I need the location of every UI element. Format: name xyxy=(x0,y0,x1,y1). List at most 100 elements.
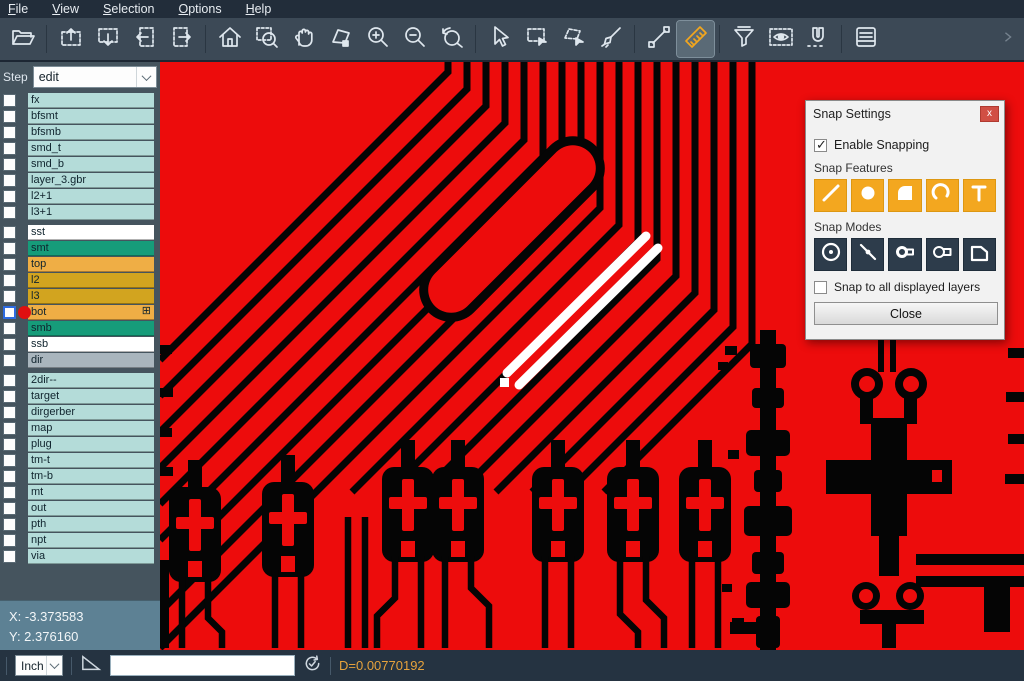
snap-line-button[interactable] xyxy=(814,179,847,212)
layer-name-cell[interactable]: smd_b xyxy=(28,157,154,172)
layer-name-cell[interactable]: via xyxy=(28,549,154,564)
layer-name-cell[interactable]: tm-b xyxy=(28,469,154,484)
layer-visibility-checkbox[interactable] xyxy=(3,470,16,483)
menu-file[interactable]: File xyxy=(8,2,28,16)
snap-midpoint-button[interactable] xyxy=(851,238,884,271)
layers-panel-button[interactable] xyxy=(847,21,884,57)
layer-name-cell[interactable]: sst xyxy=(28,225,154,240)
measure-button[interactable] xyxy=(640,21,677,57)
menu-view[interactable]: View xyxy=(52,2,79,16)
layer-visibility-checkbox[interactable] xyxy=(3,126,16,139)
snap-pad-button[interactable] xyxy=(851,179,884,212)
layer-visibility-checkbox[interactable] xyxy=(3,94,16,107)
layer-visibility-checkbox[interactable] xyxy=(3,454,16,467)
dialog-close-action-button[interactable]: Close xyxy=(814,302,998,325)
layer-visibility-checkbox[interactable] xyxy=(3,338,16,351)
view-area-button[interactable] xyxy=(762,21,799,57)
layer-name-cell[interactable]: pth xyxy=(28,517,154,532)
layer-name-cell[interactable]: out xyxy=(28,501,154,516)
layer-name-cell[interactable]: l2+1 xyxy=(28,189,154,204)
layer-name-cell[interactable]: mt xyxy=(28,485,154,500)
snap-contour-button[interactable] xyxy=(963,238,996,271)
layer-visibility-checkbox[interactable] xyxy=(3,374,16,387)
layer-visibility-checkbox[interactable] xyxy=(3,390,16,403)
layer-name-cell[interactable]: npt xyxy=(28,533,154,548)
ruler-button[interactable] xyxy=(677,21,714,57)
snap-text-button[interactable] xyxy=(963,179,996,212)
layer-visibility-checkbox[interactable] xyxy=(3,534,16,547)
layer-name-cell[interactable]: bot⊞ xyxy=(28,305,154,320)
layer-visibility-checkbox[interactable] xyxy=(3,158,16,171)
layer-visibility-checkbox[interactable] xyxy=(3,354,16,367)
layer-name-cell[interactable]: fx xyxy=(28,93,154,108)
unit-select[interactable]: Inch xyxy=(15,655,63,676)
layer-name-cell[interactable]: top xyxy=(28,257,154,272)
layer-visibility-checkbox[interactable] xyxy=(3,242,16,255)
pcb-canvas[interactable]: Snap Settings x Enable Snapping Snap Fea… xyxy=(160,62,1024,650)
layer-visibility-checkbox[interactable] xyxy=(3,142,16,155)
zoom-out-button[interactable] xyxy=(396,21,433,57)
layer-name-cell[interactable]: ssb xyxy=(28,337,154,352)
layer-visibility-checkbox[interactable] xyxy=(3,174,16,187)
snap-button[interactable] xyxy=(799,21,836,57)
clean-brush-button[interactable] xyxy=(592,21,629,57)
snap-thermal-outline-button[interactable] xyxy=(926,238,959,271)
layer-visibility-checkbox[interactable] xyxy=(3,406,16,419)
layer-visibility-checkbox[interactable] xyxy=(3,438,16,451)
step-select[interactable]: edit xyxy=(33,66,157,88)
layer-name-cell[interactable]: smb xyxy=(28,321,154,336)
layer-visibility-checkbox[interactable] xyxy=(3,206,16,219)
layer-name-cell[interactable]: l3 xyxy=(28,289,154,304)
toolbar-overflow-chevron[interactable] xyxy=(1002,30,1014,48)
zoom-previous-button[interactable] xyxy=(433,21,470,57)
layer-grid-icon[interactable]: ⊞ xyxy=(142,306,151,317)
zoom-window-button[interactable] xyxy=(248,21,285,57)
layer-name-cell[interactable]: map xyxy=(28,421,154,436)
import-right-button[interactable] xyxy=(163,21,200,57)
enable-snapping-checkbox[interactable] xyxy=(814,139,827,152)
layer-visibility-checkbox[interactable] xyxy=(3,258,16,271)
layer-visibility-checkbox[interactable] xyxy=(3,518,16,531)
snap-arc-button[interactable] xyxy=(926,179,959,212)
layer-visibility-checkbox[interactable] xyxy=(3,502,16,515)
menu-options[interactable]: Options xyxy=(178,2,221,16)
layer-name-cell[interactable]: target xyxy=(28,389,154,404)
layer-visibility-checkbox[interactable] xyxy=(3,422,16,435)
layer-name-cell[interactable]: tm-t xyxy=(28,453,154,468)
layer-visibility-checkbox[interactable] xyxy=(3,226,16,239)
layer-name-cell[interactable]: l2 xyxy=(28,273,154,288)
select-button[interactable] xyxy=(481,21,518,57)
layer-name-cell[interactable]: bfsmt xyxy=(28,109,154,124)
layer-name-cell[interactable]: dir xyxy=(28,353,154,368)
layer-name-cell[interactable]: smt xyxy=(28,241,154,256)
layer-name-cell[interactable]: l3+1 xyxy=(28,205,154,220)
import-bottom-button[interactable] xyxy=(89,21,126,57)
menu-help[interactable]: Help xyxy=(246,2,272,16)
filter-button[interactable] xyxy=(725,21,762,57)
layer-visibility-checkbox[interactable] xyxy=(3,550,16,563)
layer-name-cell[interactable]: 2dir-- xyxy=(28,373,154,388)
layer-name-cell[interactable]: layer_3.gbr xyxy=(28,173,154,188)
layer-visibility-checkbox[interactable] xyxy=(3,110,16,123)
layer-visibility-checkbox[interactable] xyxy=(3,486,16,499)
layer-name-cell[interactable]: dirgerber xyxy=(28,405,154,420)
pan-button[interactable] xyxy=(285,21,322,57)
layer-name-cell[interactable]: plug xyxy=(28,437,154,452)
import-left-button[interactable] xyxy=(126,21,163,57)
snap-thermal-filled-button[interactable] xyxy=(888,238,921,271)
sync-check-icon[interactable] xyxy=(303,654,322,678)
layer-name-cell[interactable]: smd_t xyxy=(28,141,154,156)
zoom-in-button[interactable] xyxy=(359,21,396,57)
snap-all-layers-checkbox[interactable] xyxy=(814,281,827,294)
open-file-button[interactable] xyxy=(4,21,41,57)
import-top-button[interactable] xyxy=(52,21,89,57)
snap-center-button[interactable] xyxy=(814,238,847,271)
layer-visibility-checkbox[interactable] xyxy=(3,190,16,203)
menu-selection[interactable]: Selection xyxy=(103,2,154,16)
home-view-button[interactable] xyxy=(211,21,248,57)
reshape-polygon-button[interactable] xyxy=(322,21,359,57)
rect-select-button[interactable] xyxy=(518,21,555,57)
coordinate-input[interactable] xyxy=(110,655,295,676)
poly-select-button[interactable] xyxy=(555,21,592,57)
layer-visibility-checkbox[interactable] xyxy=(3,306,16,319)
